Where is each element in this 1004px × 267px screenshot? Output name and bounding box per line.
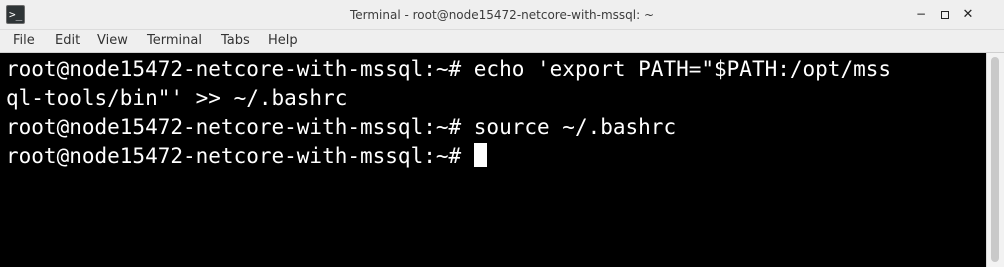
minimize-button[interactable]: − xyxy=(911,5,931,25)
menu-tabs[interactable]: Tabs xyxy=(221,30,250,52)
menu-view[interactable]: View xyxy=(97,30,128,52)
window-title: Terminal - root@node15472-netcore-with-m… xyxy=(349,8,655,22)
terminal-prompt-line: root@node15472-netcore-with-mssql:~# xyxy=(6,142,487,171)
terminal-line: root@node15472-netcore-with-mssql:~# ech… xyxy=(6,57,892,81)
vertical-scrollbar[interactable] xyxy=(986,53,1004,267)
terminal-line: root@node15472-netcore-with-mssql:~# sou… xyxy=(6,115,677,139)
text-cursor xyxy=(473,143,487,167)
menu-help[interactable]: Help xyxy=(268,30,298,52)
terminal-output[interactable]: root@node15472-netcore-with-mssql:~# ech… xyxy=(0,53,986,267)
scrollbar-thumb[interactable] xyxy=(991,57,999,262)
terminal-line: ql-tools/bin"' >> ~/.bashrc xyxy=(6,86,348,110)
title-bar[interactable]: >_ Terminal - root@node15472-netcore-wit… xyxy=(0,0,1004,30)
terminal-prompt-glyph: >_ xyxy=(9,8,23,21)
maximize-icon xyxy=(941,11,949,19)
menu-edit[interactable]: Edit xyxy=(55,30,80,52)
close-button[interactable]: ✕ xyxy=(958,5,978,25)
menu-terminal[interactable]: Terminal xyxy=(147,30,202,52)
menu-file[interactable]: File xyxy=(13,30,35,52)
maximize-button[interactable] xyxy=(935,5,955,25)
terminal-prompt: root@node15472-netcore-with-mssql:~# xyxy=(6,144,474,168)
menu-bar: File Edit View Terminal Tabs Help xyxy=(0,30,1004,53)
terminal-window: >_ Terminal - root@node15472-netcore-wit… xyxy=(0,0,1004,267)
terminal-icon[interactable]: >_ xyxy=(6,5,25,24)
